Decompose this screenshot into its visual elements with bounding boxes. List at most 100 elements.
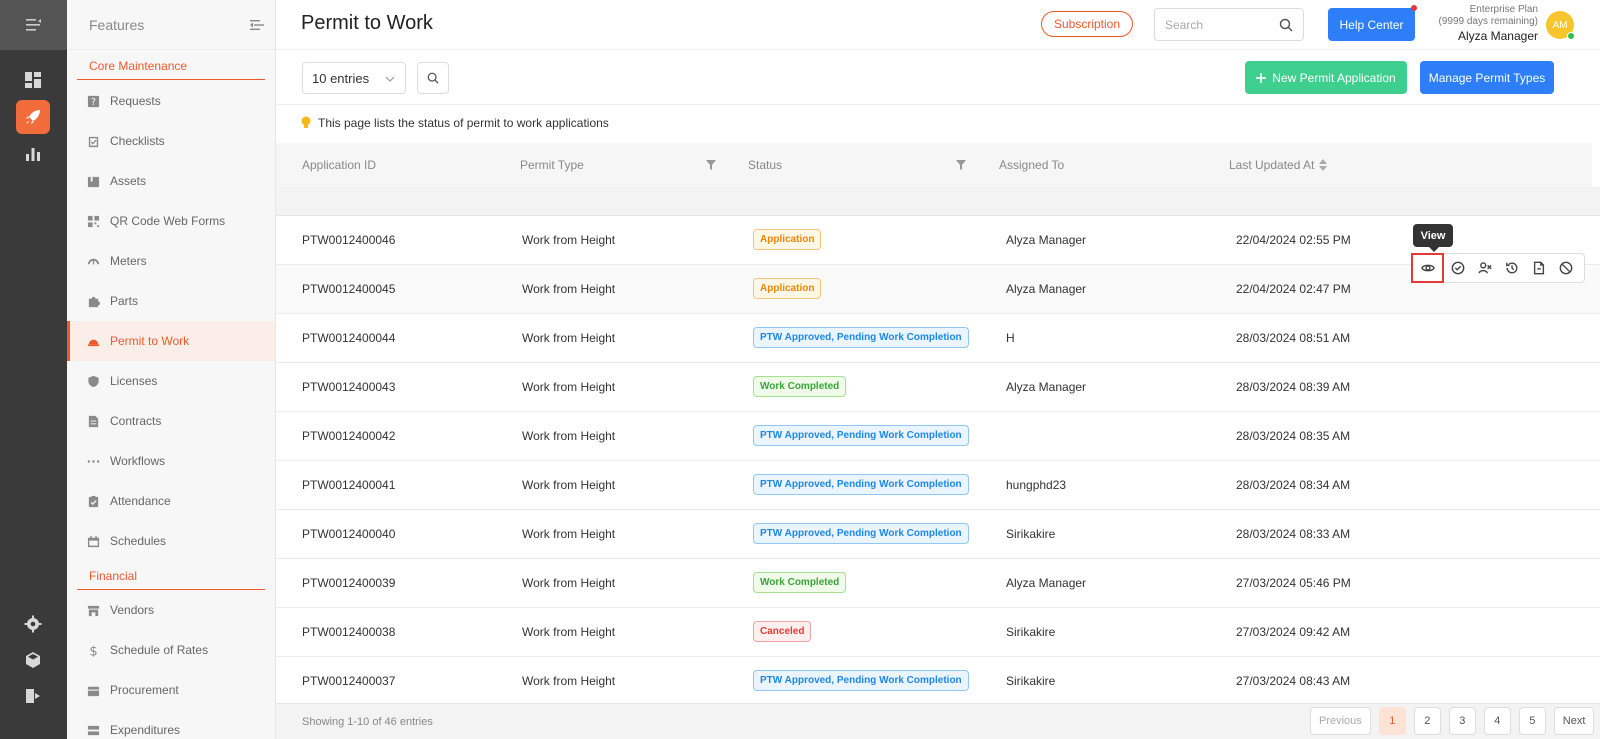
table-row[interactable]: PTW0012400045 Work from Height Applicati… (276, 265, 1600, 314)
status-badge: Work Completed (753, 376, 847, 397)
search-icon[interactable] (1279, 18, 1293, 32)
table-search-button[interactable] (417, 62, 449, 94)
plan-name: Enterprise Plan (1469, 4, 1538, 15)
history-button[interactable] (1498, 254, 1525, 282)
collapse-sidebar-icon[interactable] (249, 17, 265, 33)
search-input[interactable] (1165, 9, 1275, 40)
rail-packages[interactable] (16, 643, 50, 677)
col-status[interactable]: Status (748, 158, 782, 172)
rail-features[interactable] (16, 100, 50, 134)
qr-icon (87, 215, 100, 227)
filter-icon[interactable] (706, 160, 716, 170)
user-name[interactable]: Alyza Manager (1439, 30, 1538, 42)
cell-permit-type: Work from Height (522, 527, 616, 541)
page-5-button[interactable]: 5 (1518, 707, 1546, 735)
assign-button[interactable] (1471, 254, 1498, 282)
cell-last-updated: 22/04/2024 02:47 PM (1236, 282, 1351, 296)
sidebar-item-label: Vendors (110, 603, 155, 617)
status-badge: PTW Approved, Pending Work Completion (753, 425, 969, 446)
sidebar-item-qr-code-web-forms[interactable]: QR Code Web Forms (67, 201, 275, 241)
help-icon: ? (87, 95, 100, 108)
plus-icon (1256, 72, 1267, 83)
subscription-button[interactable]: Subscription (1041, 11, 1133, 37)
manage-permit-types-button[interactable]: Manage Permit Types (1420, 61, 1554, 94)
rail-dashboard[interactable] (16, 63, 50, 97)
cell-permit-type: Work from Height (522, 674, 616, 688)
puzzle-icon (88, 296, 100, 307)
sidebar-item-workflows[interactable]: Workflows (67, 441, 275, 481)
rail-logout[interactable] (16, 679, 50, 713)
entries-value: 10 entries (312, 70, 370, 86)
sidebar-item-label: Requests (110, 94, 161, 108)
entries-select[interactable]: 10 entries (302, 62, 406, 94)
sort-icon[interactable] (1319, 159, 1327, 171)
sidebar-item-expenditures[interactable]: Expenditures (67, 710, 275, 739)
sidebar-item-schedules[interactable]: Schedules (67, 521, 275, 561)
calendar-icon (87, 535, 100, 547)
table-row[interactable]: PTW0012400038 Work from Height Canceled … (276, 608, 1600, 657)
cell-assigned-to: Alyza Manager (1006, 576, 1087, 590)
table-row[interactable]: PTW0012400043 Work from Height Work Comp… (276, 363, 1600, 412)
section-financial: Financial (77, 569, 265, 590)
view-button[interactable] (1411, 253, 1444, 283)
sidebar-item-parts[interactable]: Parts (67, 281, 275, 321)
sidebar-item-schedule-of-rates[interactable]: $ Schedule of Rates (67, 630, 275, 670)
page-4-button[interactable]: 4 (1483, 707, 1511, 735)
table-header: Application ID Permit Type Status Assign… (276, 143, 1592, 187)
previous-page-button[interactable]: Previous (1310, 707, 1371, 735)
table-row[interactable]: PTW0012400041 Work from Height PTW Appro… (276, 461, 1600, 510)
page-3-button[interactable]: 3 (1448, 707, 1476, 735)
menu-icon (25, 19, 41, 31)
rail-settings[interactable] (16, 607, 50, 641)
history-icon (1505, 262, 1517, 274)
rail-analytics[interactable] (16, 137, 50, 171)
cell-application-id: PTW0012400037 (302, 674, 396, 688)
col-permit-type[interactable]: Permit Type (520, 158, 584, 172)
table-row[interactable]: PTW0012400039 Work from Height Work Comp… (276, 559, 1600, 608)
sidebar-item-meters[interactable]: Meters (67, 241, 275, 281)
table-row[interactable]: PTW0012400044 Work from Height PTW Appro… (276, 314, 1600, 363)
cell-assigned-to: Alyza Manager (1006, 380, 1087, 394)
filter-icon[interactable] (956, 160, 966, 170)
col-assigned-to[interactable]: Assigned To (999, 158, 1064, 172)
sidebar-item-label: Attendance (110, 494, 171, 508)
info-note: This page lists the status of permit to … (300, 116, 609, 130)
help-center-button[interactable]: Help Center (1328, 8, 1415, 41)
table-row[interactable]: PTW0012400037 Work from Height PTW Appro… (276, 657, 1600, 706)
sidebar-item-licenses[interactable]: Licenses (67, 361, 275, 401)
approve-button[interactable] (1444, 254, 1471, 282)
sidebar-item-attendance[interactable]: Attendance (67, 481, 275, 521)
export-pdf-button[interactable] (1525, 254, 1552, 282)
rocket-icon (26, 110, 40, 124)
col-application-id[interactable]: Application ID (302, 158, 376, 172)
cell-application-id: PTW0012400043 (302, 380, 396, 394)
sidebar-item-checklists[interactable]: Checklists (67, 121, 275, 161)
gauge-icon (87, 258, 100, 264)
new-permit-application-button[interactable]: New Permit Application (1245, 61, 1407, 94)
status-badge: PTW Approved, Pending Work Completion (753, 474, 969, 495)
cell-assigned-to: Alyza Manager (1006, 282, 1087, 296)
svg-text:$: $ (89, 644, 97, 656)
sidebar-item-procurement[interactable]: Procurement (67, 670, 275, 710)
sidebar-item-label: Procurement (110, 683, 179, 697)
col-last-updated-at[interactable]: Last Updated At (1229, 158, 1314, 172)
table-row[interactable]: PTW0012400040 Work from Height PTW Appro… (276, 510, 1600, 559)
sidebar-item-requests[interactable]: ? Requests (67, 81, 275, 121)
sidebar-item-vendors[interactable]: Vendors (67, 590, 275, 630)
table-row[interactable]: PTW0012400042 Work from Height PTW Appro… (276, 412, 1600, 461)
table-row[interactable]: PTW0012400046 Work from Height Applicati… (276, 216, 1600, 265)
cell-last-updated: 28/03/2024 08:51 AM (1236, 331, 1351, 345)
next-page-button[interactable]: Next (1553, 707, 1595, 735)
cancel-permit-button[interactable] (1552, 254, 1579, 282)
cell-permit-type: Work from Height (522, 429, 616, 443)
sidebar-item-assets[interactable]: Assets (67, 161, 275, 201)
cell-assigned-to: Sirikakire (1006, 527, 1056, 541)
cell-last-updated: 22/04/2024 02:55 PM (1236, 233, 1351, 247)
sidebar-item-contracts[interactable]: Contracts (67, 401, 275, 441)
menu-toggle[interactable] (0, 0, 67, 50)
page-2-button[interactable]: 2 (1413, 707, 1441, 735)
logout-icon (26, 689, 40, 703)
sidebar-item-permit-to-work[interactable]: Permit to Work (67, 321, 275, 361)
section-core-maintenance: Core Maintenance (77, 59, 265, 80)
page-1-button[interactable]: 1 (1378, 707, 1406, 735)
